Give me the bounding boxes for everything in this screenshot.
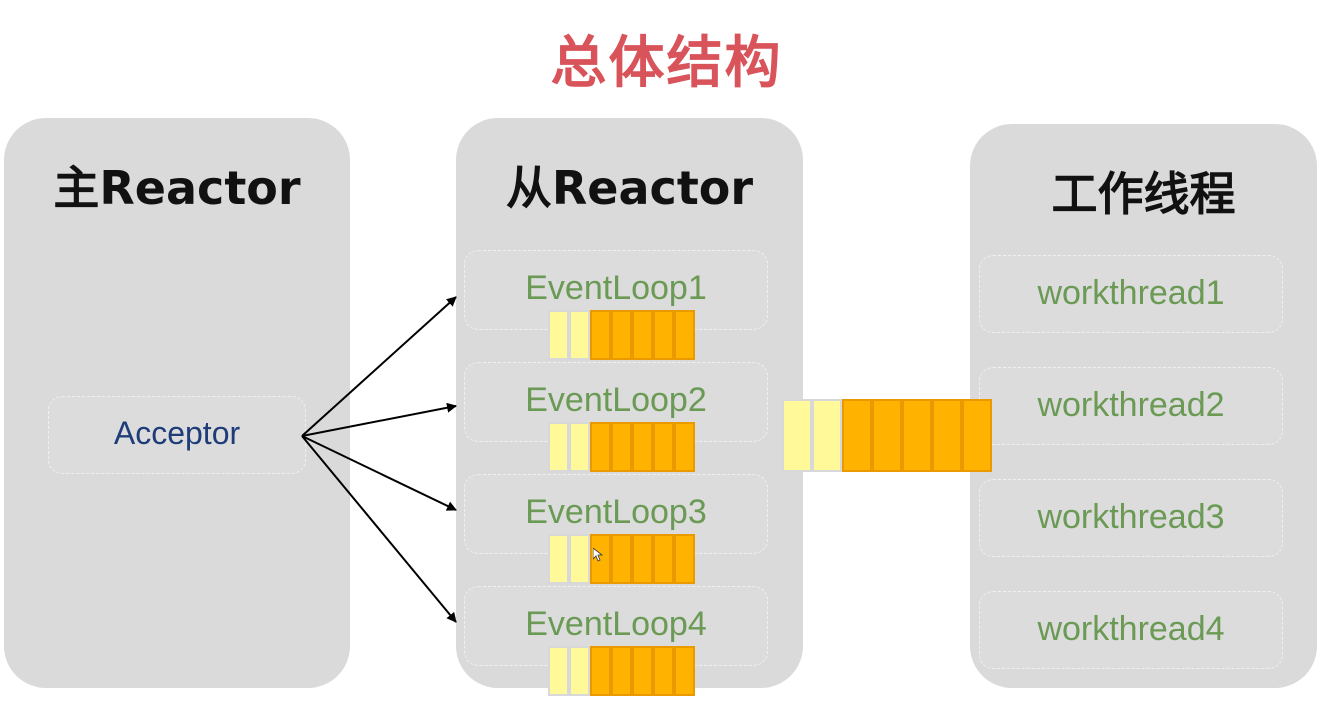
dispatch-arrow xyxy=(301,402,457,437)
dispatch-arrow xyxy=(301,435,457,623)
dispatch-arrows xyxy=(301,296,457,623)
dispatch-arrow xyxy=(301,296,457,437)
dispatch-arrow xyxy=(301,435,457,511)
mouse-cursor-icon xyxy=(593,548,603,562)
